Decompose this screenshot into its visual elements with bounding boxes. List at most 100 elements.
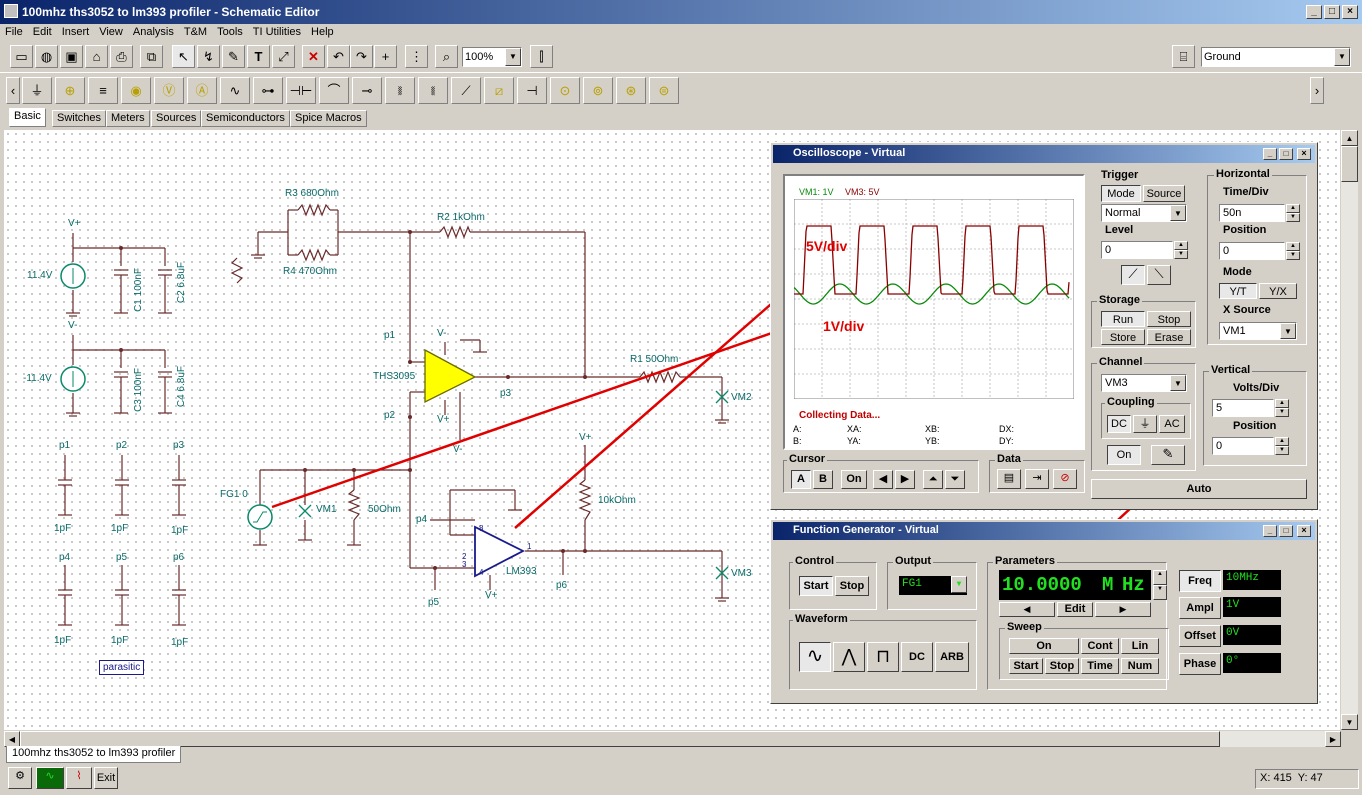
osc-close-button[interactable]: ×: [1297, 148, 1311, 160]
scroll-up-icon[interactable]: ▲: [1341, 130, 1358, 146]
exit-button[interactable]: Exit: [94, 767, 118, 789]
scroll-left-arrow-icon[interactable]: ◀: [4, 731, 20, 747]
freq-button[interactable]: Freq: [1179, 570, 1221, 592]
osc-minimize-button[interactable]: _: [1263, 148, 1277, 160]
yx-button[interactable]: Y/X: [1259, 283, 1297, 299]
cursor-down-icon[interactable]: ⏷: [945, 470, 965, 489]
trigger-source-button[interactable]: Source: [1143, 185, 1185, 202]
stop-button[interactable]: Stop: [1147, 311, 1191, 327]
param-right-icon[interactable]: ▶: [1095, 602, 1151, 617]
parameter-unit-hz: Hz: [1122, 574, 1145, 596]
falling-edge-icon[interactable]: ⟍: [1147, 265, 1171, 285]
document-tab[interactable]: 100mhz ths3052 to lm393 profiler: [6, 746, 182, 763]
horizontal-scroll-thumb[interactable]: [20, 731, 1220, 747]
sine-wave-icon[interactable]: ∿: [799, 642, 831, 672]
param-left-icon[interactable]: ◀: [999, 602, 1055, 617]
vposition-input[interactable]: 0: [1212, 437, 1274, 455]
parameter-display[interactable]: 10.0000 M Hz: [999, 570, 1151, 600]
level-spinner[interactable]: ▲ ▼: [1174, 241, 1188, 259]
cursor-b-button[interactable]: B: [813, 470, 833, 489]
vertical-scroll-thumb[interactable]: [1341, 146, 1358, 182]
label-p5: p5: [428, 597, 440, 608]
status-graph-icon[interactable]: ⌇: [66, 767, 92, 789]
cursor-up-icon[interactable]: ⏶: [923, 470, 943, 489]
offset-button[interactable]: Offset: [1179, 625, 1221, 647]
voltsdiv-input[interactable]: 5: [1212, 399, 1274, 417]
phase-button[interactable]: Phase: [1179, 653, 1221, 675]
voltsdiv-spinner[interactable]: ▲ ▼: [1275, 399, 1289, 417]
trigger-mode-button[interactable]: Mode: [1101, 185, 1141, 202]
data-export-icon[interactable]: ⇥: [1025, 469, 1049, 489]
scroll-down-icon[interactable]: ▼: [1341, 714, 1358, 730]
fg-stop-button[interactable]: Stop: [835, 576, 869, 596]
chevron-down-icon: ▼: [1280, 323, 1296, 339]
ac-coupling-button[interactable]: AC: [1159, 415, 1185, 433]
level-label: Level: [1103, 224, 1136, 236]
sweep-lin-button[interactable]: Lin: [1121, 638, 1159, 654]
channel-pen-icon[interactable]: ✎: [1151, 445, 1185, 465]
sweep-on-button[interactable]: On: [1009, 638, 1079, 654]
readout-a: A:: [793, 424, 802, 434]
label-1pf-e: 1pF: [111, 635, 129, 646]
triangle-wave-icon[interactable]: ⋀: [833, 642, 865, 672]
run-button[interactable]: Run: [1101, 311, 1145, 327]
vertical-scrollbar[interactable]: ▲ ▼: [1341, 130, 1358, 730]
parameter-spinner[interactable]: ▲ ▼: [1153, 570, 1167, 600]
dc-wave-button[interactable]: DC: [901, 642, 933, 672]
timediv-label: Time/Div: [1221, 186, 1271, 198]
yt-button[interactable]: Y/T: [1219, 283, 1257, 299]
ths3095-opamp[interactable]: [424, 348, 477, 404]
ground-coupling-button[interactable]: ⏚: [1133, 415, 1157, 433]
store-button[interactable]: Store: [1101, 329, 1145, 345]
phase-value: 0°: [1223, 653, 1281, 673]
scroll-right-arrow-icon[interactable]: ▶: [1325, 731, 1341, 747]
cursor-right-icon[interactable]: ▶: [895, 470, 915, 489]
timediv-spinner[interactable]: ▲ ▼: [1286, 204, 1300, 222]
vposition-label: Position: [1231, 420, 1279, 432]
status-sim-icon[interactable]: ⚙: [8, 767, 32, 789]
xsource-select[interactable]: VM1 ▼: [1219, 322, 1297, 340]
auto-button[interactable]: Auto: [1091, 479, 1307, 499]
label-p3: p3: [500, 388, 512, 399]
sweep-num-button[interactable]: Num: [1121, 658, 1159, 674]
sweep-start-button[interactable]: Start: [1009, 658, 1043, 674]
param-edit-button[interactable]: Edit: [1057, 602, 1093, 617]
square-wave-icon[interactable]: ⊓: [867, 642, 899, 672]
readout-dx: DX:: [999, 424, 1015, 434]
vposition-spinner[interactable]: ▲ ▼: [1275, 437, 1289, 455]
level-input[interactable]: 0: [1101, 241, 1173, 259]
fg-close-button[interactable]: ×: [1297, 525, 1311, 537]
ampl-button[interactable]: Ampl: [1179, 597, 1221, 619]
cursor-a-button[interactable]: A: [791, 470, 811, 489]
fg-minimize-button[interactable]: _: [1263, 525, 1277, 537]
hposition-input[interactable]: 0: [1219, 242, 1285, 260]
status-scope-icon[interactable]: ∿: [36, 767, 64, 789]
annotation-1v-div: 1V/div: [823, 318, 865, 334]
erase-button[interactable]: Erase: [1147, 329, 1191, 345]
fg-start-button[interactable]: Start: [799, 576, 833, 596]
trigger-mode-select[interactable]: Normal ▼: [1101, 204, 1187, 222]
arb-wave-button[interactable]: ARB: [935, 642, 969, 672]
hposition-spinner[interactable]: ▲ ▼: [1286, 242, 1300, 260]
cursor-left-icon[interactable]: ◀: [873, 470, 893, 489]
readout-xb: XB:: [925, 424, 940, 434]
horizontal-scrollbar[interactable]: ◀ ▶: [4, 731, 1341, 747]
rising-edge-icon[interactable]: ⟋: [1121, 265, 1145, 285]
fg-maximize-button[interactable]: □: [1279, 525, 1293, 537]
channel-on-button[interactable]: On: [1107, 445, 1141, 465]
timediv-input[interactable]: 50n: [1219, 204, 1285, 222]
output-select[interactable]: FG1 ▼: [899, 576, 967, 595]
channel-select[interactable]: VM3 ▼: [1101, 374, 1187, 392]
label-pin8: 8: [479, 524, 484, 533]
sweep-stop-button[interactable]: Stop: [1045, 658, 1079, 674]
label-pin4: 4: [479, 568, 484, 577]
sweep-time-button[interactable]: Time: [1081, 658, 1119, 674]
dc-coupling-button[interactable]: DC: [1107, 415, 1131, 433]
sweep-cont-button[interactable]: Cont: [1081, 638, 1119, 654]
chevron-down-icon: ▼: [1170, 375, 1186, 391]
parasitic-box[interactable]: parasitic: [99, 660, 145, 675]
data-open-icon[interactable]: ▤: [997, 469, 1021, 489]
cursor-on-button[interactable]: On: [841, 470, 867, 489]
data-clear-icon[interactable]: ⊘: [1053, 469, 1077, 489]
osc-maximize-button[interactable]: □: [1279, 148, 1293, 160]
